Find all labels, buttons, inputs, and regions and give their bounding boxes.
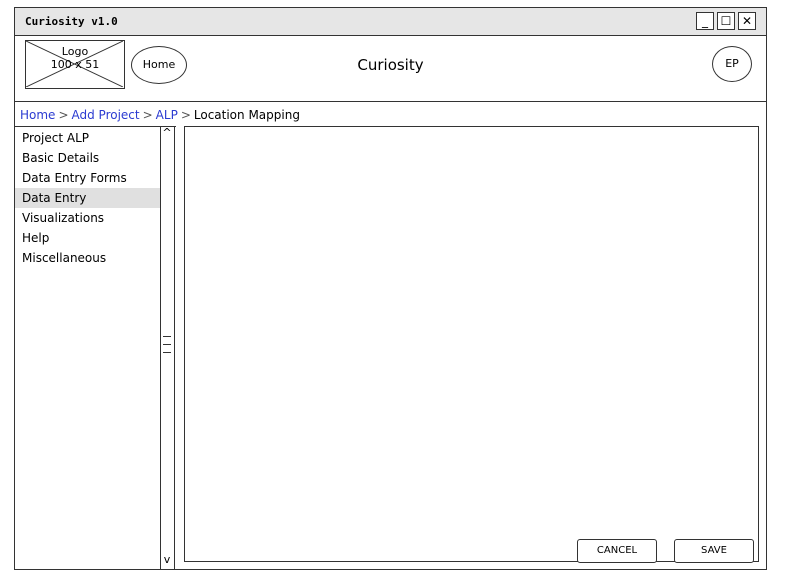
breadcrumb-separator: >	[58, 108, 69, 122]
sidebar-item-help[interactable]: Help	[15, 228, 160, 248]
sidebar-nav: Project ALP Basic Details Data Entry For…	[15, 126, 176, 569]
app-name: Curiosity	[357, 56, 424, 74]
breadcrumb-alp[interactable]: ALP	[156, 108, 178, 122]
scroll-down-icon[interactable]: v	[161, 553, 173, 566]
breadcrumb: Home > Add Project > ALP > Location Mapping	[20, 108, 300, 122]
minimize-button[interactable]: _	[696, 12, 714, 30]
breadcrumb-add-project[interactable]: Add Project	[72, 108, 140, 122]
sidebar-scrollbar[interactable]: ^ v	[160, 126, 175, 569]
sidebar-item-data-entry-forms[interactable]: Data Entry Forms	[15, 168, 160, 188]
app-window: Curiosity v1.0 _ ☐ ✕ Logo 100 x 51 Home …	[14, 7, 767, 570]
content-panel: CANCEL SAVE	[184, 126, 759, 563]
sidebar-item-project-alp[interactable]: Project ALP	[15, 128, 160, 148]
window-title: Curiosity v1.0	[25, 15, 118, 28]
title-bar: Curiosity v1.0 _ ☐ ✕	[15, 8, 766, 36]
scroll-up-icon[interactable]: ^	[161, 126, 173, 139]
breadcrumb-home[interactable]: Home	[20, 108, 55, 122]
sidebar-item-basic-details[interactable]: Basic Details	[15, 148, 160, 168]
maximize-button[interactable]: ☐	[717, 12, 735, 30]
user-avatar-button[interactable]: EP	[712, 46, 752, 82]
breadcrumb-separator: >	[180, 108, 191, 122]
close-button[interactable]: ✕	[738, 12, 756, 30]
sidebar-item-data-entry[interactable]: Data Entry	[15, 188, 160, 208]
breadcrumb-separator: >	[142, 108, 153, 122]
breadcrumb-current: Location Mapping	[193, 108, 300, 122]
scroll-thumb[interactable]	[163, 336, 171, 360]
sidebar-item-miscellaneous[interactable]: Miscellaneous	[15, 248, 160, 268]
save-button[interactable]: SAVE	[674, 539, 754, 563]
cancel-button[interactable]: CANCEL	[577, 539, 657, 563]
sidebar-item-visualizations[interactable]: Visualizations	[15, 208, 160, 228]
app-header: Logo 100 x 51 Home Curiosity EP	[15, 36, 766, 102]
